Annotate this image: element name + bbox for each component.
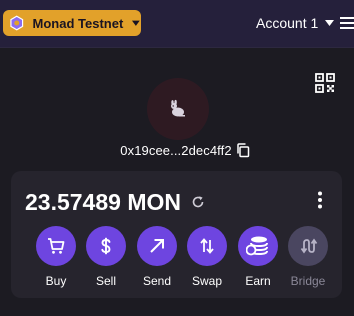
swap-button[interactable]: Swap bbox=[182, 226, 232, 290]
send-button-label: Send bbox=[142, 274, 172, 288]
swap-arrows-icon bbox=[200, 238, 214, 254]
account-avatar[interactable] bbox=[147, 78, 209, 140]
wallet-address[interactable]: 0x19cee...2dec4ff2 bbox=[120, 143, 231, 158]
send-button[interactable]: Send bbox=[132, 226, 182, 290]
monad-logo-icon bbox=[10, 15, 24, 31]
chevron-down-icon bbox=[132, 20, 141, 26]
mascot-avatar-icon bbox=[171, 99, 185, 117]
balance-row: 23.57489 MON bbox=[25, 188, 205, 216]
hamburger-menu-icon[interactable] bbox=[337, 13, 354, 33]
sell-button-circle[interactable] bbox=[86, 226, 126, 266]
chevron-down-icon bbox=[325, 20, 335, 26]
top-bar: Monad Testnet Account 1 bbox=[0, 0, 354, 47]
copy-icon[interactable] bbox=[236, 142, 250, 158]
sell-button-label: Sell bbox=[95, 274, 116, 288]
earn-button[interactable]: Earn bbox=[233, 226, 283, 290]
balance-card: 23.57489 MON Buy Sell Send Swap Earn Bri… bbox=[11, 171, 342, 298]
send-button-circle[interactable] bbox=[137, 226, 177, 266]
address-row: 0x19cee...2dec4ff2 bbox=[0, 141, 354, 159]
bridge-button-label: Bridge bbox=[290, 274, 326, 288]
buy-button-label: Buy bbox=[45, 274, 67, 288]
earn-button-label: Earn bbox=[245, 274, 271, 288]
dollar-icon bbox=[101, 237, 111, 255]
refresh-icon[interactable] bbox=[191, 195, 205, 209]
bridge-button-circle[interactable] bbox=[288, 226, 328, 266]
header-divider bbox=[0, 47, 354, 48]
account-name: Account 1 bbox=[256, 15, 319, 31]
buy-button-circle[interactable] bbox=[36, 226, 76, 266]
balance-amount: 23.57489 MON bbox=[25, 188, 181, 215]
action-buttons: Buy Sell Send Swap Earn Bridge bbox=[31, 226, 328, 290]
earn-button-circle[interactable] bbox=[238, 226, 278, 266]
arrow-up-right-icon bbox=[150, 239, 164, 253]
network-selector[interactable]: Monad Testnet bbox=[3, 10, 141, 36]
bridge-arrows-icon bbox=[300, 238, 318, 254]
coins-stack-icon bbox=[246, 236, 268, 256]
buy-button[interactable]: Buy bbox=[31, 226, 81, 290]
qr-code-icon[interactable] bbox=[315, 73, 335, 93]
bridge-button[interactable]: Bridge bbox=[283, 226, 333, 290]
account-selector[interactable]: Account 1 bbox=[256, 13, 335, 33]
sell-button[interactable]: Sell bbox=[81, 226, 131, 290]
swap-button-label: Swap bbox=[191, 274, 223, 288]
more-options-icon[interactable] bbox=[316, 190, 324, 210]
cart-icon bbox=[48, 238, 65, 254]
network-name: Monad Testnet bbox=[32, 15, 124, 31]
swap-button-circle[interactable] bbox=[187, 226, 227, 266]
